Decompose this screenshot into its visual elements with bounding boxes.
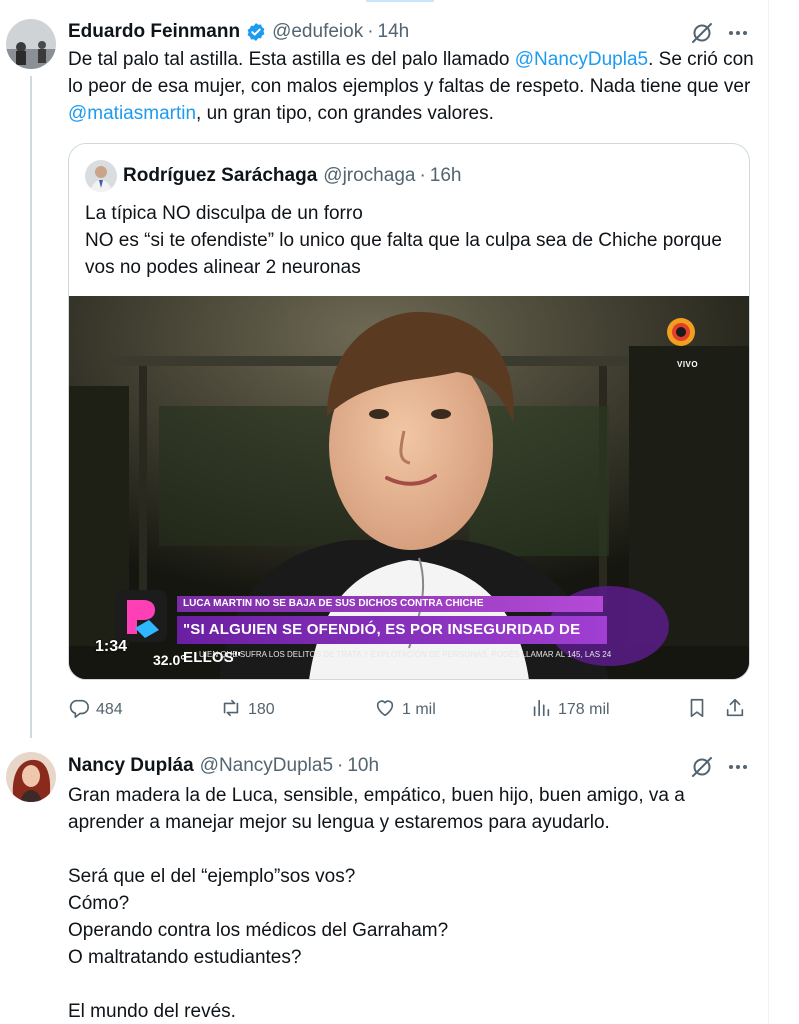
live-badge: VIVO — [677, 360, 699, 369]
show-logo-icon — [113, 588, 169, 644]
bookmark-icon — [686, 697, 714, 724]
tweet-paragraph: Gran madera la de Luca, sensible, empáti… — [68, 785, 685, 833]
reply-button[interactable]: 484 — [68, 696, 123, 724]
thread-connector — [30, 76, 32, 738]
share-button[interactable] — [724, 696, 752, 724]
separator-dot: · — [337, 755, 344, 776]
tweet-line: Cómo? — [68, 893, 130, 914]
news-banner-top: LUCA MARTIN NO SE BAJA DE SUS DICHOS CON… — [177, 596, 603, 612]
grok-icon[interactable] — [690, 21, 714, 45]
author-handle[interactable]: @NancyDupla5 — [200, 755, 333, 777]
like-icon — [374, 697, 402, 724]
verified-badge-icon — [246, 22, 266, 42]
tweet-line: Será que el del “ejemplo”sos vos? — [68, 866, 356, 887]
tweet-line: El mundo del revés. — [68, 1001, 236, 1022]
tweet-eduardo[interactable]: Eduardo Feinmann @edufeiok · 14h De tal … — [0, 0, 768, 740]
column-divider — [768, 0, 769, 1024]
like-button[interactable]: 1 mil — [374, 696, 436, 724]
views-icon — [530, 697, 558, 724]
separator-dot: · — [419, 165, 426, 186]
news-banner-main: "SI ALGUIEN SE OFENDIÓ, ES POR INSEGURID… — [177, 616, 607, 666]
author-name[interactable]: Eduardo Feinmann — [68, 21, 240, 43]
views-count: 178 mil — [558, 701, 610, 718]
separator-dot: · — [367, 21, 374, 42]
tweet-header: Nancy Dupláa @NancyDupla5 · 10h — [68, 754, 379, 778]
reply-icon — [68, 697, 96, 724]
action-bar: 484 180 1 mil 178 mil — [68, 696, 758, 724]
like-count: 1 mil — [402, 701, 436, 718]
repost-count: 180 — [248, 701, 275, 718]
timestamp[interactable]: 10h — [347, 755, 379, 777]
quote-timestamp[interactable]: 16h — [430, 165, 462, 187]
grok-icon[interactable] — [690, 755, 714, 779]
video-player[interactable]: VIVO LUCA MARTIN NO SE BAJA DE SUS DICHO… — [69, 296, 749, 679]
mention-link[interactable]: @NancyDupla5 — [515, 49, 648, 70]
repost-icon — [220, 697, 248, 724]
share-icon — [724, 697, 752, 724]
author-handle[interactable]: @edufeiok — [272, 21, 363, 43]
quote-author-handle[interactable]: @jrochaga — [323, 165, 415, 187]
author-name[interactable]: Nancy Dupláa — [68, 755, 194, 777]
avatar[interactable] — [6, 752, 56, 802]
bookmark-button[interactable] — [686, 696, 714, 724]
text-part: , un gran tipo, con grandes valores. — [196, 103, 494, 124]
tweet-line: Operando contra los médicos del Garraham… — [68, 920, 449, 941]
quote-line: La típica NO disculpa de un forro — [85, 203, 363, 224]
more-icon[interactable] — [726, 755, 750, 779]
quoted-tweet[interactable]: Rodríguez Saráchaga @jrochaga · 16h La t… — [68, 143, 750, 680]
quote-avatar[interactable] — [85, 160, 117, 192]
tweet-header: Eduardo Feinmann @edufeiok · 14h — [68, 20, 409, 44]
news-ticker: UIEN QUE SUFRA LOS DELITOS DE TRATA Y EX… — [199, 650, 612, 659]
tweet-line: O maltratando estudiantes? — [68, 947, 302, 968]
mention-link[interactable]: @matiasmartin — [68, 103, 196, 124]
avatar[interactable] — [6, 19, 56, 69]
quote-line: NO es “si te ofendiste” lo unico que fal… — [85, 230, 722, 278]
more-icon[interactable] — [726, 21, 750, 45]
repost-button[interactable]: 180 — [220, 696, 275, 724]
timestamp[interactable]: 14h — [378, 21, 410, 43]
temperature-readout: 32.0° — [153, 652, 186, 668]
tweet-text: De tal palo tal astilla. Esta astilla es… — [68, 46, 758, 127]
quote-author-name[interactable]: Rodríguez Saráchaga — [123, 165, 317, 187]
tweet-nancy[interactable]: Nancy Dupláa @NancyDupla5 · 10h Gran mad… — [0, 740, 768, 1024]
quote-header: Rodríguez Saráchaga @jrochaga · 16h — [123, 163, 461, 189]
reply-count: 484 — [96, 701, 123, 718]
tweet-text: Gran madera la de Luca, sensible, empáti… — [68, 782, 758, 1024]
text-part: De tal palo tal astilla. Esta astilla es… — [68, 49, 515, 70]
video-duration: 1:34 — [95, 638, 128, 655]
views-button[interactable]: 178 mil — [530, 696, 610, 724]
quote-text: La típica NO disculpa de un forro NO es … — [85, 200, 735, 281]
